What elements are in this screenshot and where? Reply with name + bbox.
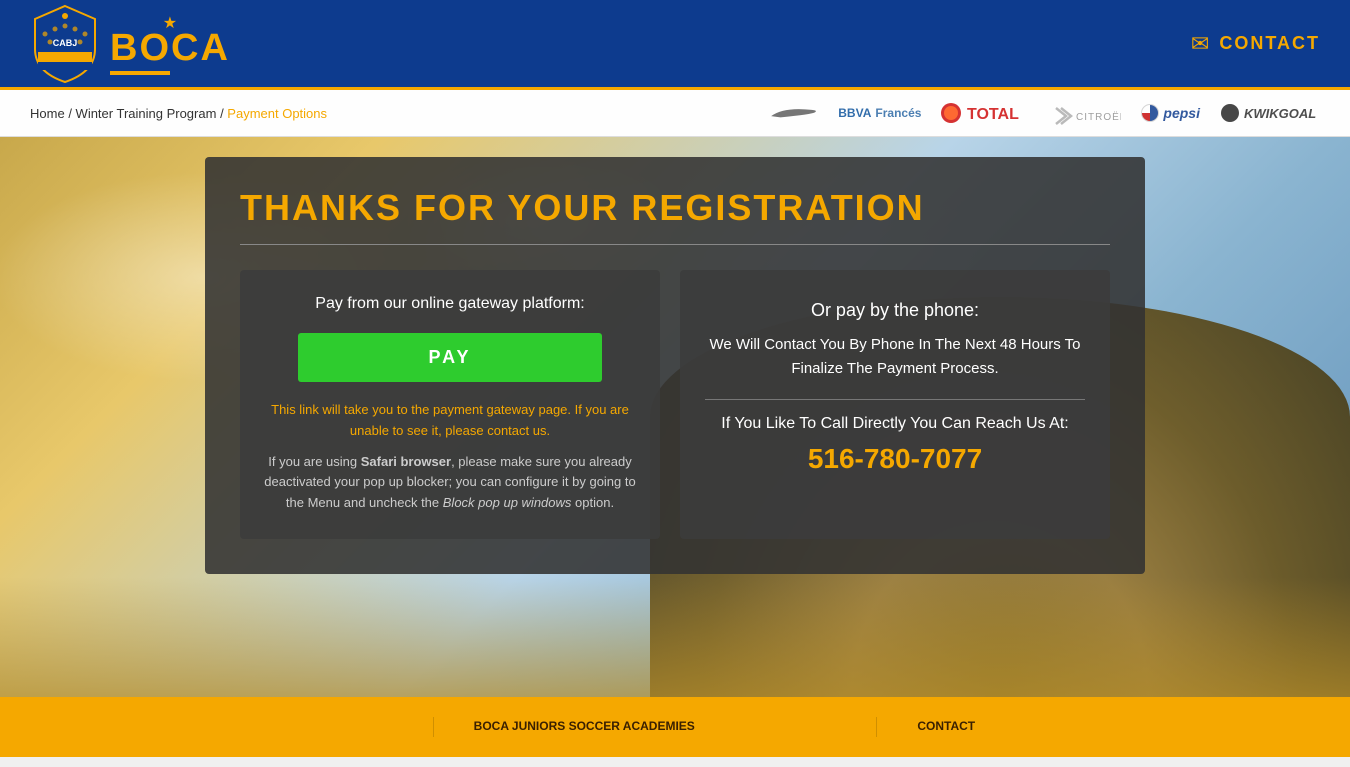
warning-orange-text: This link will take you to the payment g… (260, 400, 640, 442)
sponsor-total: TOTAL (941, 99, 1021, 127)
footer-col-1 (30, 717, 434, 737)
sponsor-citroen: CITROËN (1041, 98, 1121, 128)
pay-button[interactable]: PAY (298, 333, 602, 382)
nike-swoosh-icon (768, 103, 818, 123)
main-background: THANKS FOR YOUR REGISTRATION Pay from ou… (0, 137, 1350, 697)
svg-text:TOTAL: TOTAL (967, 106, 1019, 123)
breadcrumb-bar: Home / Winter Training Program / Payment… (0, 90, 1350, 137)
phone-description: We Will Contact You By Phone In The Next… (705, 333, 1085, 381)
cabj-shield-logo: CABJ (30, 4, 100, 84)
phone-number: 516-780-7077 (705, 443, 1085, 475)
warning-end-text: option. (571, 495, 614, 510)
footer-text-3: CONTACT (917, 719, 975, 733)
envelope-icon: ✉ (1191, 31, 1209, 57)
boca-underline (110, 71, 170, 75)
bbva-frances-text: Francés (875, 106, 921, 120)
separator (705, 399, 1085, 400)
breadcrumb-sep1: / (68, 106, 75, 121)
warning-normal1: If you are using (268, 454, 361, 469)
footer-text-2: BOCA JUNIORS SOCCER ACADEMIES (474, 719, 695, 733)
citroen-logo-icon: CITROËN (1041, 98, 1121, 128)
gateway-warning-text: This link will take you to the payment g… (260, 400, 640, 514)
warning-safari-text: If you are using Safari browser, please … (260, 452, 640, 514)
page-title: THANKS FOR YOUR REGISTRATION (240, 187, 1110, 245)
sponsor-pepsi: pepsi (1141, 104, 1200, 122)
sponsors-bar: BBVA Francés TOTAL CITROËN pepsi (768, 98, 1320, 128)
phone-direct-label: If You Like To Call Directly You Can Rea… (705, 415, 1085, 433)
phone-payment-panel: Or pay by the phone: We Will Contact You… (680, 270, 1110, 539)
warning-italic-text: Block pop up windows (443, 495, 572, 510)
breadcrumb-program[interactable]: Winter Training Program (76, 106, 217, 121)
breadcrumb: Home / Winter Training Program / Payment… (30, 106, 327, 121)
contact-nav-item[interactable]: ✉ CONTACT (1191, 31, 1320, 57)
footer-col-3: CONTACT (917, 717, 1320, 737)
boca-wordmark: BOCA (110, 29, 230, 67)
main-content: THANKS FOR YOUR REGISTRATION Pay from ou… (0, 137, 1350, 594)
sponsor-bbva: BBVA Francés (838, 106, 921, 120)
pepsi-wordmark: pepsi (1163, 105, 1200, 121)
breadcrumb-home[interactable]: Home (30, 106, 65, 121)
kwikgoal-logo-icon: KWIKGOAL (1220, 101, 1320, 125)
bbva-text: BBVA (838, 106, 871, 120)
footer-col-2: BOCA JUNIORS SOCCER ACADEMIES (474, 717, 878, 737)
site-header: CABJ ★ BOCA ✉ CONTACT (0, 0, 1350, 90)
logo-text-container: ★ BOCA (110, 13, 230, 75)
breadcrumb-current: Payment Options (227, 106, 327, 121)
online-gateway-panel: Pay from our online gateway platform: PA… (240, 270, 660, 539)
warning-bold-text: Safari browser (361, 454, 451, 469)
payment-options: Pay from our online gateway platform: PA… (240, 270, 1110, 539)
svg-text:CABJ: CABJ (53, 38, 78, 48)
site-footer: BOCA JUNIORS SOCCER ACADEMIES CONTACT (0, 697, 1350, 757)
logo-container: CABJ ★ BOCA (30, 4, 230, 84)
total-logo-icon: TOTAL (941, 99, 1021, 127)
gateway-label: Pay from our online gateway platform: (260, 295, 640, 313)
phone-title: Or pay by the phone: (705, 300, 1085, 321)
svg-text:CITROËN: CITROËN (1076, 111, 1121, 123)
contact-label: CONTACT (1219, 33, 1320, 54)
pepsi-circle-icon (1141, 104, 1159, 122)
registration-card: THANKS FOR YOUR REGISTRATION Pay from ou… (205, 157, 1145, 574)
sponsor-nike (768, 103, 818, 123)
sponsor-kwikgoal: KWIKGOAL (1220, 101, 1320, 125)
svg-text:KWIKGOAL: KWIKGOAL (1244, 106, 1316, 121)
